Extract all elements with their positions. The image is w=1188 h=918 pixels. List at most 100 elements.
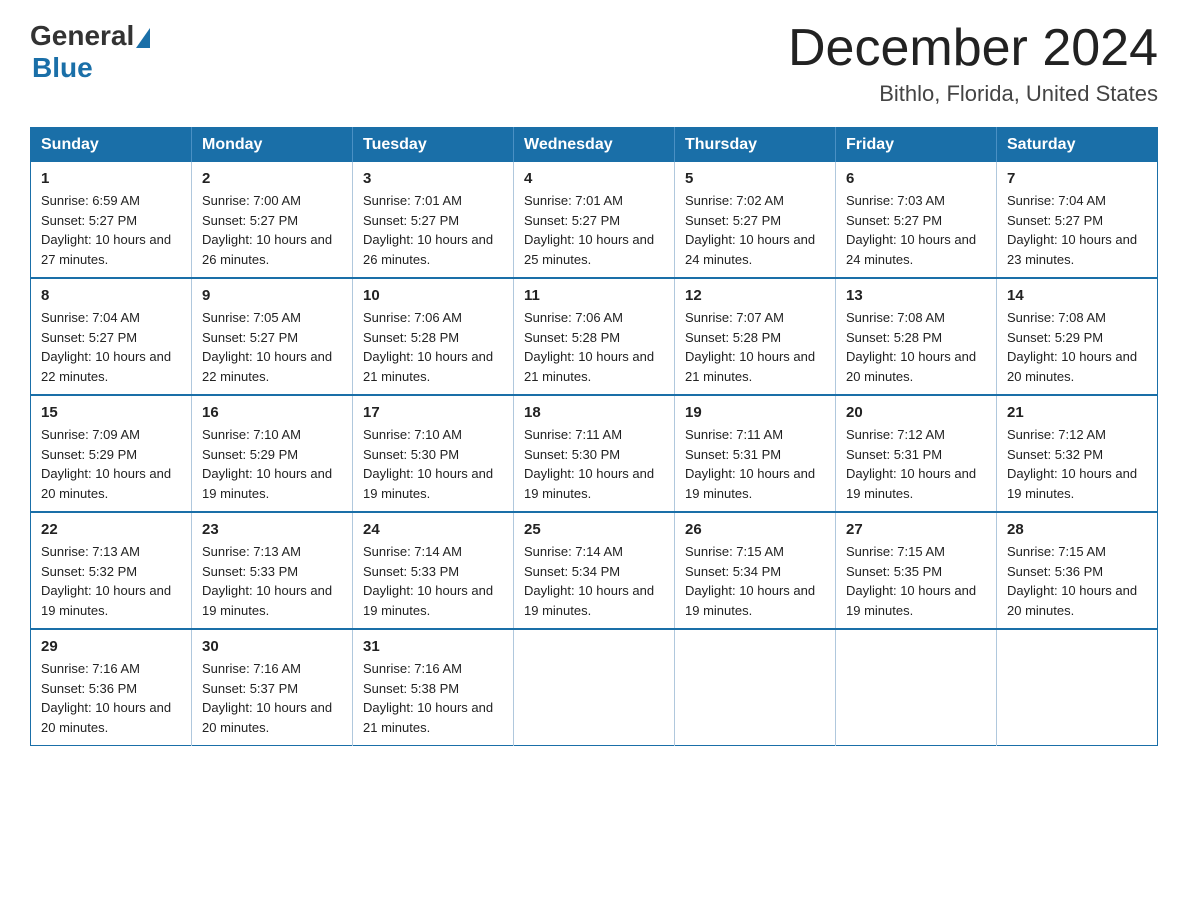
day-number: 15: [41, 404, 181, 421]
day-number: 31: [363, 638, 503, 655]
weekday-header-friday: Friday: [836, 128, 997, 163]
day-info: Sunrise: 7:09 AMSunset: 5:29 PMDaylight:…: [41, 427, 171, 501]
calendar-cell: 23 Sunrise: 7:13 AMSunset: 5:33 PMDaylig…: [192, 512, 353, 629]
day-number: 22: [41, 521, 181, 538]
day-info: Sunrise: 7:15 AMSunset: 5:34 PMDaylight:…: [685, 544, 815, 618]
day-info: Sunrise: 7:12 AMSunset: 5:31 PMDaylight:…: [846, 427, 976, 501]
weekday-header-wednesday: Wednesday: [514, 128, 675, 163]
weekday-header-sunday: Sunday: [31, 128, 192, 163]
weekday-header-monday: Monday: [192, 128, 353, 163]
day-info: Sunrise: 7:06 AMSunset: 5:28 PMDaylight:…: [363, 310, 493, 384]
calendar-week-row: 29 Sunrise: 7:16 AMSunset: 5:36 PMDaylig…: [31, 629, 1158, 746]
day-number: 30: [202, 638, 342, 655]
day-number: 18: [524, 404, 664, 421]
calendar-cell: 7 Sunrise: 7:04 AMSunset: 5:27 PMDayligh…: [997, 162, 1158, 278]
day-number: 7: [1007, 170, 1147, 187]
calendar-cell: 17 Sunrise: 7:10 AMSunset: 5:30 PMDaylig…: [353, 395, 514, 512]
day-info: Sunrise: 7:00 AMSunset: 5:27 PMDaylight:…: [202, 193, 332, 267]
calendar-cell: 11 Sunrise: 7:06 AMSunset: 5:28 PMDaylig…: [514, 278, 675, 395]
day-info: Sunrise: 7:04 AMSunset: 5:27 PMDaylight:…: [41, 310, 171, 384]
day-info: Sunrise: 7:13 AMSunset: 5:33 PMDaylight:…: [202, 544, 332, 618]
calendar-cell: [836, 629, 997, 746]
calendar-cell: 16 Sunrise: 7:10 AMSunset: 5:29 PMDaylig…: [192, 395, 353, 512]
calendar-cell: 5 Sunrise: 7:02 AMSunset: 5:27 PMDayligh…: [675, 162, 836, 278]
calendar-cell: 22 Sunrise: 7:13 AMSunset: 5:32 PMDaylig…: [31, 512, 192, 629]
calendar-cell: 24 Sunrise: 7:14 AMSunset: 5:33 PMDaylig…: [353, 512, 514, 629]
calendar-cell: 28 Sunrise: 7:15 AMSunset: 5:36 PMDaylig…: [997, 512, 1158, 629]
day-number: 29: [41, 638, 181, 655]
calendar-cell: 12 Sunrise: 7:07 AMSunset: 5:28 PMDaylig…: [675, 278, 836, 395]
day-info: Sunrise: 7:16 AMSunset: 5:38 PMDaylight:…: [363, 661, 493, 735]
title-section: December 2024 Bithlo, Florida, United St…: [788, 20, 1158, 107]
day-info: Sunrise: 7:12 AMSunset: 5:32 PMDaylight:…: [1007, 427, 1137, 501]
day-info: Sunrise: 7:11 AMSunset: 5:30 PMDaylight:…: [524, 427, 654, 501]
calendar-cell: 31 Sunrise: 7:16 AMSunset: 5:38 PMDaylig…: [353, 629, 514, 746]
day-number: 5: [685, 170, 825, 187]
calendar-week-row: 8 Sunrise: 7:04 AMSunset: 5:27 PMDayligh…: [31, 278, 1158, 395]
calendar-cell: 26 Sunrise: 7:15 AMSunset: 5:34 PMDaylig…: [675, 512, 836, 629]
day-number: 20: [846, 404, 986, 421]
calendar-cell: 18 Sunrise: 7:11 AMSunset: 5:30 PMDaylig…: [514, 395, 675, 512]
page-header: General Blue December 2024 Bithlo, Flori…: [30, 20, 1158, 107]
calendar-cell: 2 Sunrise: 7:00 AMSunset: 5:27 PMDayligh…: [192, 162, 353, 278]
weekday-header-thursday: Thursday: [675, 128, 836, 163]
day-info: Sunrise: 7:04 AMSunset: 5:27 PMDaylight:…: [1007, 193, 1137, 267]
day-info: Sunrise: 7:10 AMSunset: 5:29 PMDaylight:…: [202, 427, 332, 501]
day-info: Sunrise: 7:02 AMSunset: 5:27 PMDaylight:…: [685, 193, 815, 267]
day-info: Sunrise: 6:59 AMSunset: 5:27 PMDaylight:…: [41, 193, 171, 267]
logo-blue-text: Blue: [32, 52, 93, 84]
day-number: 26: [685, 521, 825, 538]
calendar-cell: 19 Sunrise: 7:11 AMSunset: 5:31 PMDaylig…: [675, 395, 836, 512]
calendar-cell: 15 Sunrise: 7:09 AMSunset: 5:29 PMDaylig…: [31, 395, 192, 512]
day-number: 14: [1007, 287, 1147, 304]
day-info: Sunrise: 7:10 AMSunset: 5:30 PMDaylight:…: [363, 427, 493, 501]
day-info: Sunrise: 7:06 AMSunset: 5:28 PMDaylight:…: [524, 310, 654, 384]
day-info: Sunrise: 7:05 AMSunset: 5:27 PMDaylight:…: [202, 310, 332, 384]
calendar-cell: 3 Sunrise: 7:01 AMSunset: 5:27 PMDayligh…: [353, 162, 514, 278]
calendar-cell: 4 Sunrise: 7:01 AMSunset: 5:27 PMDayligh…: [514, 162, 675, 278]
calendar-cell: 9 Sunrise: 7:05 AMSunset: 5:27 PMDayligh…: [192, 278, 353, 395]
day-number: 28: [1007, 521, 1147, 538]
calendar-cell: 6 Sunrise: 7:03 AMSunset: 5:27 PMDayligh…: [836, 162, 997, 278]
logo-general-text: General: [30, 20, 134, 52]
day-number: 27: [846, 521, 986, 538]
day-number: 25: [524, 521, 664, 538]
day-number: 24: [363, 521, 503, 538]
day-number: 13: [846, 287, 986, 304]
day-number: 19: [685, 404, 825, 421]
day-number: 3: [363, 170, 503, 187]
calendar-cell: 1 Sunrise: 6:59 AMSunset: 5:27 PMDayligh…: [31, 162, 192, 278]
calendar-cell: 21 Sunrise: 7:12 AMSunset: 5:32 PMDaylig…: [997, 395, 1158, 512]
day-number: 6: [846, 170, 986, 187]
calendar-week-row: 1 Sunrise: 6:59 AMSunset: 5:27 PMDayligh…: [31, 162, 1158, 278]
day-info: Sunrise: 7:15 AMSunset: 5:36 PMDaylight:…: [1007, 544, 1137, 618]
day-info: Sunrise: 7:08 AMSunset: 5:28 PMDaylight:…: [846, 310, 976, 384]
calendar-cell: [514, 629, 675, 746]
calendar-cell: 27 Sunrise: 7:15 AMSunset: 5:35 PMDaylig…: [836, 512, 997, 629]
calendar-week-row: 22 Sunrise: 7:13 AMSunset: 5:32 PMDaylig…: [31, 512, 1158, 629]
day-info: Sunrise: 7:03 AMSunset: 5:27 PMDaylight:…: [846, 193, 976, 267]
calendar-cell: 25 Sunrise: 7:14 AMSunset: 5:34 PMDaylig…: [514, 512, 675, 629]
calendar-cell: [997, 629, 1158, 746]
month-year-title: December 2024: [788, 20, 1158, 77]
calendar-cell: [675, 629, 836, 746]
day-info: Sunrise: 7:14 AMSunset: 5:34 PMDaylight:…: [524, 544, 654, 618]
calendar-cell: 29 Sunrise: 7:16 AMSunset: 5:36 PMDaylig…: [31, 629, 192, 746]
day-number: 11: [524, 287, 664, 304]
day-number: 10: [363, 287, 503, 304]
day-info: Sunrise: 7:14 AMSunset: 5:33 PMDaylight:…: [363, 544, 493, 618]
day-number: 12: [685, 287, 825, 304]
day-info: Sunrise: 7:15 AMSunset: 5:35 PMDaylight:…: [846, 544, 976, 618]
logo-triangle-icon: [136, 28, 150, 48]
calendar-cell: 20 Sunrise: 7:12 AMSunset: 5:31 PMDaylig…: [836, 395, 997, 512]
calendar-cell: 14 Sunrise: 7:08 AMSunset: 5:29 PMDaylig…: [997, 278, 1158, 395]
location-subtitle: Bithlo, Florida, United States: [788, 81, 1158, 107]
day-number: 4: [524, 170, 664, 187]
day-number: 2: [202, 170, 342, 187]
weekday-header-saturday: Saturday: [997, 128, 1158, 163]
day-info: Sunrise: 7:13 AMSunset: 5:32 PMDaylight:…: [41, 544, 171, 618]
calendar-table: SundayMondayTuesdayWednesdayThursdayFrid…: [30, 127, 1158, 746]
day-number: 21: [1007, 404, 1147, 421]
calendar-cell: 30 Sunrise: 7:16 AMSunset: 5:37 PMDaylig…: [192, 629, 353, 746]
day-info: Sunrise: 7:16 AMSunset: 5:37 PMDaylight:…: [202, 661, 332, 735]
